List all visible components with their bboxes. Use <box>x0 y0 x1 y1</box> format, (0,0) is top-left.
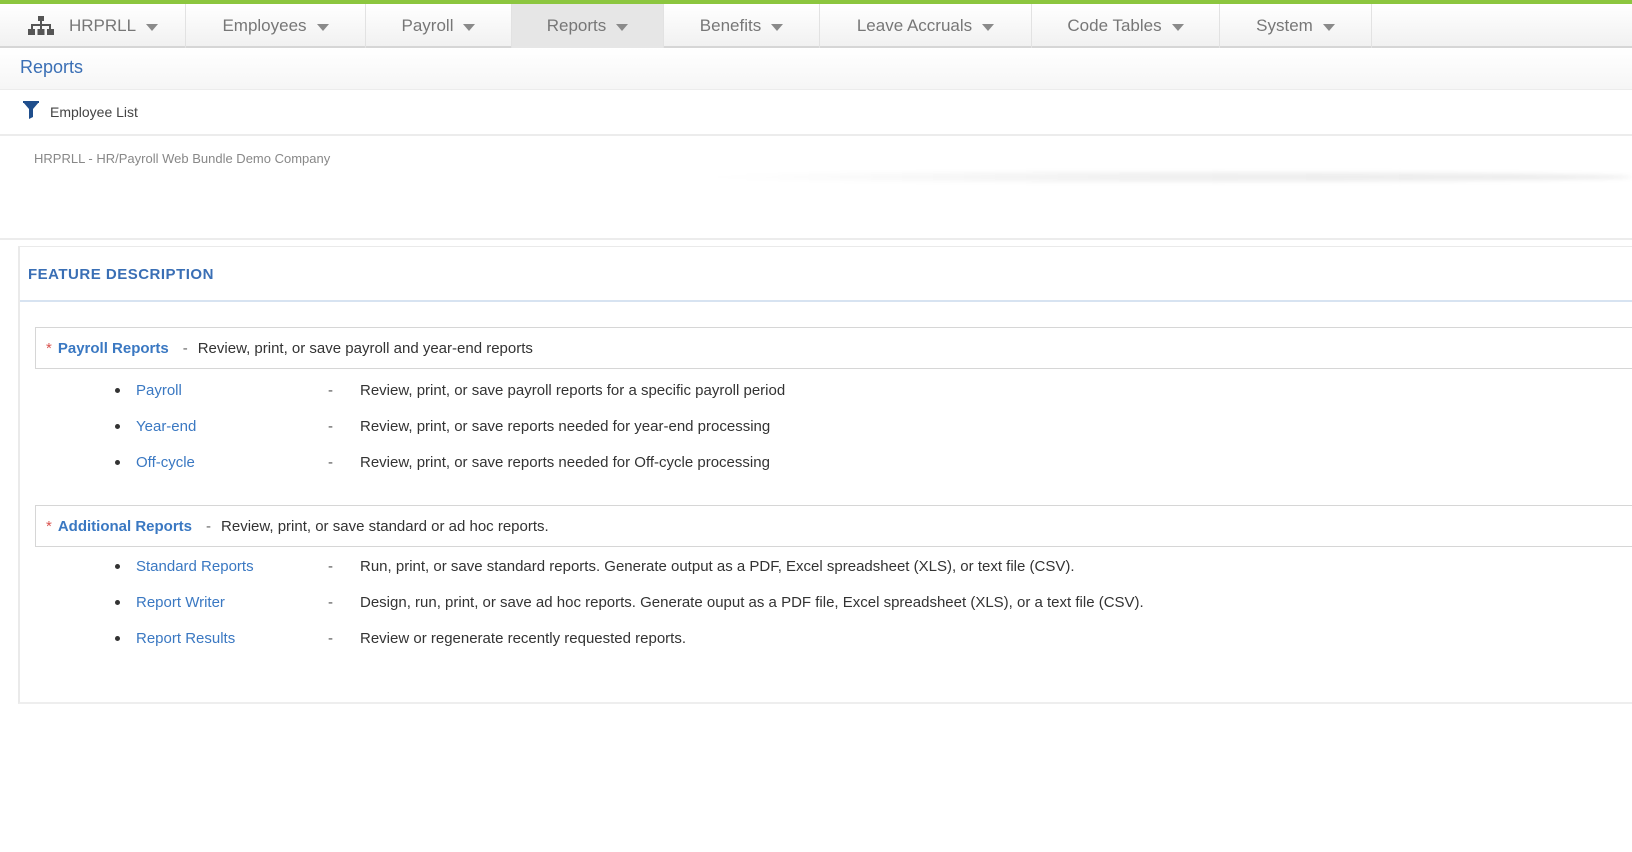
separator-dash: - <box>328 453 333 471</box>
toolbar: Employee List <box>0 90 1632 136</box>
chevron-down-icon <box>1322 23 1335 31</box>
nav-label: Payroll <box>401 16 454 35</box>
bullet-icon <box>115 599 120 605</box>
chevron-down-icon <box>616 23 629 31</box>
nav-label: Employees <box>222 16 307 35</box>
bullet-icon <box>115 563 120 569</box>
filter-icon <box>22 100 40 123</box>
chevron-down-icon <box>982 23 995 31</box>
section-link-additional-reports[interactable]: Additional Reports <box>58 518 192 535</box>
bullet-icon <box>115 423 120 429</box>
feature-description: Run, print, or save standard reports. Ge… <box>360 557 1075 575</box>
feature-description: Review, print, or save reports needed fo… <box>360 453 770 471</box>
separator-dash: - <box>328 629 333 647</box>
list-item: Year-end - Review, print, or save report… <box>115 414 770 438</box>
chevron-down-icon <box>771 23 784 31</box>
chevron-down-icon <box>1171 23 1184 31</box>
nav-label: Reports <box>546 16 607 35</box>
nav-item-system[interactable]: System <box>1220 4 1372 48</box>
separator-dash: - <box>328 593 333 611</box>
decorative-shadow <box>700 172 1632 182</box>
list-item: Payroll - Review, print, or save payroll… <box>115 378 785 402</box>
asterisk-icon: * <box>46 517 52 535</box>
section-description: Review, print, or save standard or ad ho… <box>221 517 549 535</box>
asterisk-icon: * <box>46 339 52 357</box>
separator-dash: - <box>328 417 333 435</box>
divider <box>20 300 1632 302</box>
nav-label: HRPRLL <box>68 16 137 35</box>
list-item: Off-cycle - Review, print, or save repor… <box>115 450 770 474</box>
nav-item-employees[interactable]: Employees <box>186 4 366 48</box>
chevron-down-icon <box>463 23 476 31</box>
link-report-results[interactable]: Report Results <box>136 630 328 647</box>
section-description: Review, print, or save payroll and year-… <box>197 339 533 357</box>
link-year-end[interactable]: Year-end <box>136 418 328 435</box>
nav-label: Benefits <box>699 16 762 35</box>
employee-list-label: Employee List <box>50 103 138 120</box>
link-off-cycle[interactable]: Off-cycle <box>136 454 328 471</box>
bullet-icon <box>115 459 120 465</box>
breadcrumb[interactable]: Reports <box>20 57 83 78</box>
feature-description: Review, print, or save reports needed fo… <box>360 417 771 435</box>
nav-item-payroll[interactable]: Payroll <box>366 4 512 48</box>
section-link-payroll-reports[interactable]: Payroll Reports <box>58 340 169 357</box>
breadcrumb-bar: Reports <box>0 48 1632 90</box>
separator-dash: - <box>182 339 188 357</box>
nav-item-code-tables[interactable]: Code Tables <box>1032 4 1220 48</box>
section-additional-reports: * Additional Reports - Review, print, or… <box>35 505 1632 547</box>
feature-description: Review, print, or save payroll reports f… <box>360 381 786 399</box>
feature-description: Design, run, print, or save ad hoc repor… <box>360 593 1144 611</box>
list-item: Report Results - Review or regenerate re… <box>115 626 686 650</box>
section-payroll-reports: * Payroll Reports - Review, print, or sa… <box>35 327 1632 369</box>
divider <box>0 238 1632 240</box>
separator-dash: - <box>328 381 333 399</box>
link-payroll[interactable]: Payroll <box>136 382 328 399</box>
link-report-writer[interactable]: Report Writer <box>136 594 328 611</box>
separator-dash: - <box>328 557 333 575</box>
employee-list-button[interactable]: Employee List <box>22 100 138 123</box>
chevron-down-icon <box>316 23 329 31</box>
list-item: Standard Reports - Run, print, or save s… <box>115 554 1075 578</box>
nav-item-benefits[interactable]: Benefits <box>664 4 820 48</box>
chevron-down-icon <box>146 23 159 31</box>
nav-label: System <box>1256 16 1313 35</box>
nav-item-hrprll[interactable]: HRPRLL <box>0 4 186 48</box>
nav-item-leave-accruals[interactable]: Leave Accruals <box>820 4 1032 48</box>
top-nav: HRPRLL Employees Payroll Reports Benefit… <box>0 0 1632 48</box>
nav-label: Code Tables <box>1067 16 1162 35</box>
list-item: Report Writer - Design, run, print, or s… <box>115 590 1144 614</box>
feature-description-panel: FEATURE DESCRIPTION * Payroll Reports - … <box>18 246 1632 704</box>
nav-item-reports[interactable]: Reports <box>512 4 664 48</box>
nav-label: Leave Accruals <box>856 16 973 35</box>
company-name: HRPRLL - HR/Payroll Web Bundle Demo Comp… <box>34 151 331 166</box>
bullet-icon <box>115 387 120 393</box>
panel-title: FEATURE DESCRIPTION <box>28 266 214 283</box>
org-chart-icon <box>27 15 55 37</box>
link-standard-reports[interactable]: Standard Reports <box>136 558 328 575</box>
separator-dash: - <box>206 517 212 535</box>
feature-description: Review or regenerate recently requested … <box>360 629 687 647</box>
bullet-icon <box>115 635 120 641</box>
